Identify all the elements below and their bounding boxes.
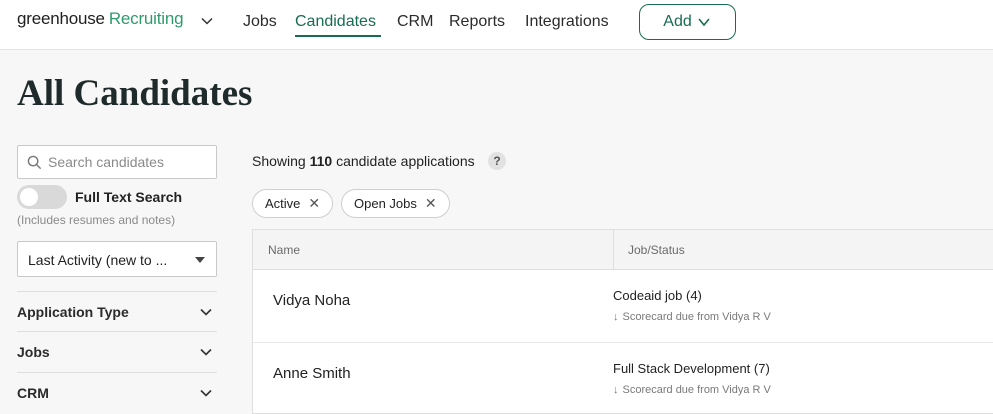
full-text-search-note: (Includes resumes and notes)	[17, 213, 176, 227]
filter-chip-active: Active ✕	[252, 189, 334, 218]
scorecard-status-text: Scorecard due from Vidya R V	[622, 384, 771, 396]
active-nav-indicator	[295, 35, 381, 37]
arrow-down-icon: ↓	[613, 311, 619, 323]
filter-label: CRM	[17, 385, 49, 401]
scorecard-status-text: Scorecard due from Vidya R V	[622, 311, 771, 323]
table-header: Name Job/Status	[253, 230, 993, 270]
sort-value: Last Activity (new to ...	[28, 252, 168, 268]
toggle-knob	[20, 188, 38, 206]
sort-dropdown[interactable]: Last Activity (new to ...	[17, 241, 217, 277]
candidates-table: Name Job/Status Vidya Noha Codeaid job (…	[252, 229, 993, 414]
nav-jobs[interactable]: Jobs	[243, 13, 277, 31]
product-name: Recruiting	[108, 9, 184, 28]
nav-candidates[interactable]: Candidates	[295, 13, 376, 31]
chevron-down-icon[interactable]	[200, 14, 214, 28]
column-divider	[613, 230, 614, 270]
showing-suffix: candidate applications	[336, 153, 475, 169]
chip-label: Active	[265, 196, 301, 211]
candidate-name-link[interactable]: Vidya Noha	[273, 292, 350, 309]
chevron-down-icon	[200, 308, 212, 316]
results-summary: Showing 110 candidate applications	[252, 153, 475, 169]
column-header-job-status[interactable]: Job/Status	[628, 243, 685, 257]
showing-prefix: Showing	[252, 153, 306, 169]
nav-reports[interactable]: Reports	[449, 13, 505, 31]
table-row: Vidya Noha Codeaid job (4) ↓ Scorecard du…	[253, 270, 993, 343]
add-button[interactable]: Add	[639, 4, 736, 40]
top-navigation-bar: greenhouse Recruiting Jobs Candidates CRM…	[0, 0, 993, 50]
job-link[interactable]: Codeaid job (4)	[613, 288, 702, 303]
full-text-search-toggle[interactable]	[17, 185, 67, 209]
chevron-down-icon	[200, 389, 212, 397]
chevron-down-icon	[698, 18, 710, 27]
filter-label: Jobs	[17, 344, 50, 360]
search-candidates-field[interactable]	[17, 145, 217, 179]
column-header-name[interactable]: Name	[268, 243, 300, 257]
scorecard-status: ↓ Scorecard due from Vidya R V	[613, 311, 771, 323]
page-title: All Candidates	[17, 73, 253, 114]
search-input[interactable]	[48, 146, 213, 178]
chevron-down-icon	[200, 348, 212, 356]
arrow-down-icon: ↓	[613, 384, 619, 396]
filter-crm[interactable]: CRM	[17, 372, 217, 412]
filter-application-type[interactable]: Application Type	[17, 291, 217, 331]
add-button-label: Add	[663, 13, 692, 30]
logo-text: greenhouse	[17, 9, 105, 28]
filter-chip-open-jobs: Open Jobs ✕	[341, 189, 450, 218]
table-row: Anne Smith Full Stack Development (7) ↓ S…	[253, 343, 993, 414]
filter-jobs[interactable]: Jobs	[17, 331, 217, 371]
remove-filter-icon[interactable]: ✕	[308, 195, 320, 212]
full-text-search-label: Full Text Search	[75, 189, 183, 205]
results-count: 110	[309, 153, 333, 169]
job-link[interactable]: Full Stack Development (7)	[613, 361, 770, 376]
nav-crm[interactable]: CRM	[397, 13, 433, 31]
filter-label: Application Type	[17, 304, 129, 320]
caret-down-icon	[195, 257, 205, 263]
search-icon	[27, 155, 42, 170]
chip-label: Open Jobs	[354, 196, 417, 211]
scorecard-status: ↓ Scorecard due from Vidya R V	[613, 384, 771, 396]
remove-filter-icon[interactable]: ✕	[425, 195, 437, 212]
nav-integrations[interactable]: Integrations	[525, 13, 609, 31]
greenhouse-logo[interactable]: greenhouse Recruiting	[17, 9, 184, 29]
help-icon[interactable]: ?	[488, 152, 506, 170]
candidate-name-link[interactable]: Anne Smith	[273, 365, 351, 382]
